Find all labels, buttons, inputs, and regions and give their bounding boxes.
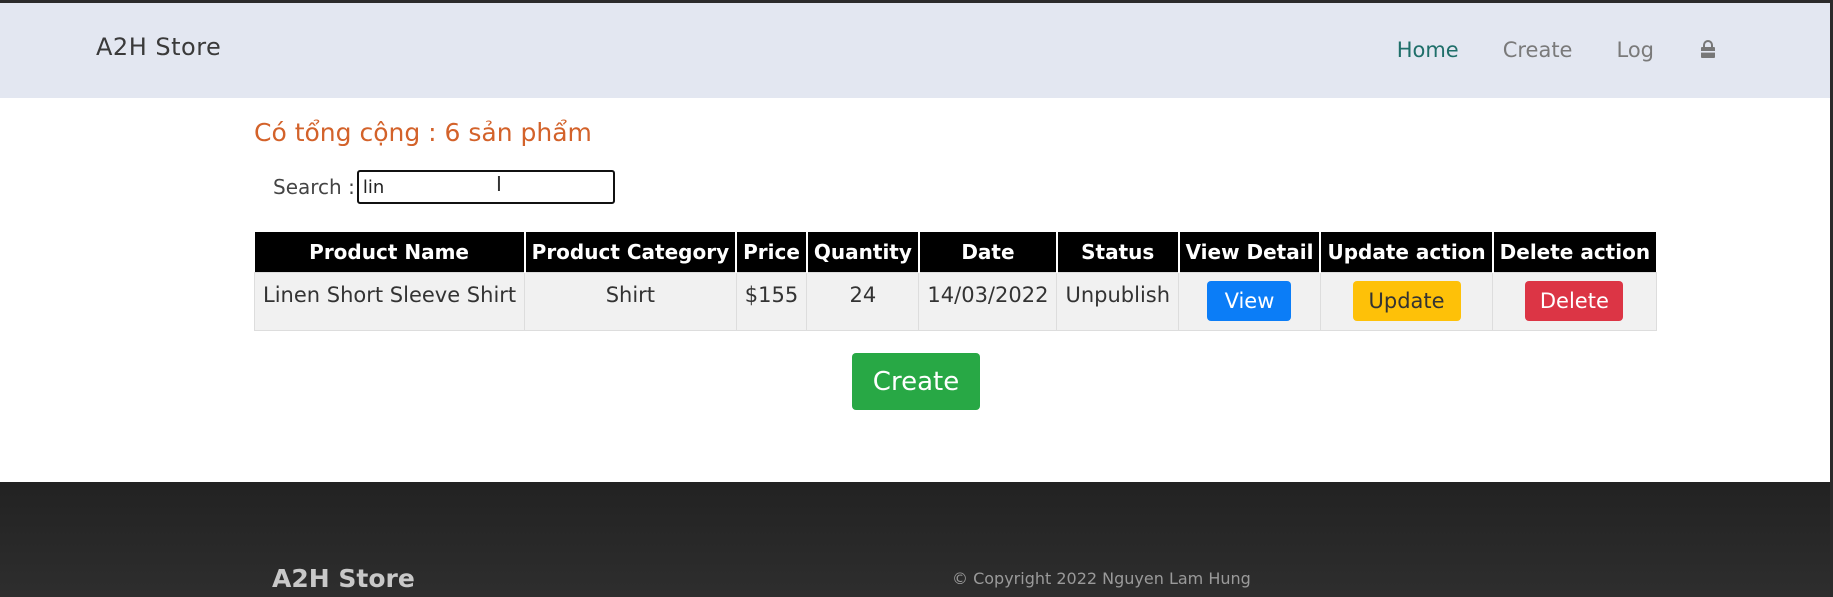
cell-delete: Delete bbox=[1492, 271, 1657, 331]
cell-product-category: Shirt bbox=[524, 271, 737, 331]
text-cursor-icon: I bbox=[496, 172, 502, 196]
shopping-bag-icon[interactable] bbox=[1698, 40, 1718, 60]
nav-menu: Home Create Log bbox=[1397, 38, 1718, 62]
cell-view: View bbox=[1178, 271, 1321, 331]
nav-create[interactable]: Create bbox=[1503, 38, 1573, 62]
header-delete-action: Delete action bbox=[1492, 232, 1657, 272]
footer: A2H Store © Copyright 2022 Nguyen Lam Hu… bbox=[0, 482, 1830, 597]
header-date: Date bbox=[918, 232, 1058, 272]
header-view-detail: View Detail bbox=[1178, 232, 1322, 272]
header-update-action: Update action bbox=[1320, 232, 1494, 272]
table-row: Linen Short Sleeve Shirt Shirt $155 24 1… bbox=[253, 271, 1657, 331]
nav-log[interactable]: Log bbox=[1616, 38, 1654, 62]
header-status: Status bbox=[1056, 232, 1180, 272]
cell-update: Update bbox=[1319, 271, 1494, 331]
cell-price: $155 bbox=[735, 271, 808, 331]
search-bar: Search : bbox=[273, 170, 615, 204]
header-quantity: Quantity bbox=[806, 232, 920, 272]
search-label: Search : bbox=[273, 175, 355, 199]
cell-quantity: 24 bbox=[806, 271, 920, 331]
navbar: A2H Store Home Create Log bbox=[0, 3, 1830, 98]
nav-home[interactable]: Home bbox=[1397, 38, 1459, 62]
cell-product-name: Linen Short Sleeve Shirt bbox=[253, 271, 526, 331]
footer-copyright: © Copyright 2022 Nguyen Lam Hung bbox=[952, 569, 1251, 588]
cell-date: 14/03/2022 bbox=[918, 271, 1058, 331]
header-price: Price bbox=[736, 232, 808, 272]
page: A2H Store Home Create Log Có tổng cộng :… bbox=[0, 0, 1833, 597]
footer-brand: A2H Store bbox=[272, 564, 415, 593]
brand-logo[interactable]: A2H Store bbox=[96, 33, 221, 61]
delete-button[interactable]: Delete bbox=[1525, 281, 1624, 321]
update-button[interactable]: Update bbox=[1352, 281, 1461, 321]
header-product-category: Product Category bbox=[524, 232, 738, 272]
cell-status: Unpublish bbox=[1056, 271, 1180, 331]
create-button[interactable]: Create bbox=[852, 353, 980, 410]
table-header-row: Product Name Product Category Price Quan… bbox=[254, 232, 1657, 272]
product-count-title: Có tổng cộng : 6 sản phẩm bbox=[254, 118, 592, 147]
search-input[interactable] bbox=[356, 170, 615, 204]
header-product-name: Product Name bbox=[254, 232, 526, 272]
view-button[interactable]: View bbox=[1207, 281, 1292, 321]
products-table: Product Name Product Category Price Quan… bbox=[253, 232, 1657, 331]
